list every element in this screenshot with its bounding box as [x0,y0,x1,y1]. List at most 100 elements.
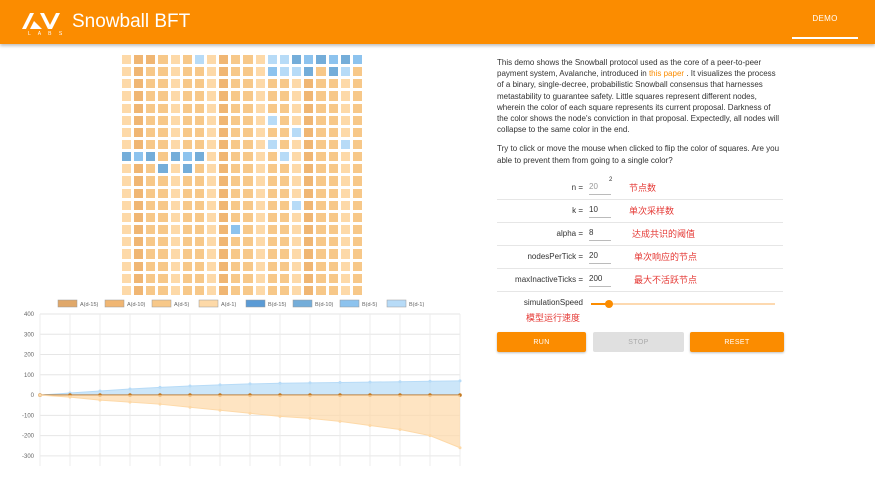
node-square[interactable] [219,55,229,65]
node-square[interactable] [279,140,290,150]
node-square[interactable] [182,225,192,235]
node-square[interactable] [194,273,205,283]
node-square[interactable] [182,261,192,271]
node-square[interactable] [182,237,192,247]
node-square[interactable] [340,237,350,247]
node-square[interactable] [146,261,156,271]
node-square[interactable] [122,212,132,223]
node-square[interactable] [182,115,192,125]
node-square[interactable] [134,285,144,295]
node-square[interactable] [267,225,277,235]
node-square[interactable] [352,273,362,283]
node-square[interactable] [231,164,241,174]
node-square[interactable] [340,140,350,150]
node-square[interactable] [328,225,338,235]
node-square[interactable] [316,115,326,125]
node-square[interactable] [158,67,168,77]
node-square[interactable] [279,67,290,77]
node-square[interactable] [146,164,156,174]
node-square[interactable] [304,127,314,138]
node-square[interactable] [158,212,168,223]
node-square[interactable] [207,91,217,101]
node-square[interactable] [292,67,302,77]
node-square[interactable] [146,249,156,259]
node-square[interactable] [231,249,241,259]
node-square[interactable] [328,152,338,162]
node-square[interactable] [170,115,180,125]
node-square[interactable] [328,176,338,186]
node-square[interactable] [328,140,338,150]
node-square[interactable] [231,176,241,186]
node-square[interactable] [304,285,314,295]
node-square[interactable] [134,127,144,138]
node-square[interactable] [340,285,350,295]
node-square[interactable] [255,225,265,235]
node-square[interactable] [340,127,350,138]
node-square[interactable] [182,249,192,259]
node-square[interactable] [219,237,229,247]
node-square[interactable] [267,200,277,210]
node-square[interactable] [328,261,338,271]
node-square[interactable] [279,237,290,247]
node-square[interactable] [182,79,192,89]
node-square[interactable] [328,212,338,223]
node-square[interactable] [158,91,168,101]
node-square[interactable] [194,55,205,65]
node-square[interactable] [231,103,241,113]
node-square[interactable] [267,188,277,198]
node-square[interactable] [219,79,229,89]
node-square[interactable] [255,91,265,101]
node-square[interactable] [279,200,290,210]
node-square[interactable] [231,115,241,125]
node-square[interactable] [316,249,326,259]
node-square[interactable] [207,285,217,295]
node-square[interactable] [292,225,302,235]
node-square[interactable] [231,79,241,89]
node-square[interactable] [279,249,290,259]
node-square[interactable] [122,103,132,113]
node-square[interactable] [316,200,326,210]
node-square[interactable] [194,237,205,247]
node-square[interactable] [182,55,192,65]
node-square[interactable] [340,225,350,235]
node-square[interactable] [352,200,362,210]
node-square[interactable] [243,273,253,283]
node-square[interactable] [170,285,180,295]
node-square[interactable] [219,249,229,259]
node-square[interactable] [255,127,265,138]
node-square[interactable] [122,261,132,271]
node-square[interactable] [158,127,168,138]
node-square[interactable] [146,91,156,101]
node-square[interactable] [158,285,168,295]
node-square[interactable] [292,212,302,223]
node-square[interactable] [340,273,350,283]
node-square[interactable] [134,152,144,162]
node-square[interactable] [158,152,168,162]
node-square[interactable] [182,285,192,295]
node-square[interactable] [340,55,350,65]
node-square[interactable] [267,127,277,138]
node-square[interactable] [194,127,205,138]
node-square[interactable] [182,188,192,198]
node-square[interactable] [328,285,338,295]
node-square[interactable] [134,200,144,210]
node-square[interactable] [170,79,180,89]
node-square[interactable] [207,164,217,174]
node-square[interactable] [352,261,362,271]
node-square[interactable] [146,188,156,198]
node-square[interactable] [231,261,241,271]
node-square[interactable] [231,285,241,295]
node-square[interactable] [292,152,302,162]
node-square[interactable] [352,103,362,113]
node-square[interactable] [134,212,144,223]
node-square[interactable] [182,67,192,77]
node-square[interactable] [255,273,265,283]
node-square[interactable] [182,176,192,186]
node-square[interactable] [328,91,338,101]
node-square[interactable] [207,176,217,186]
node-square[interactable] [267,176,277,186]
node-square[interactable] [304,200,314,210]
node-square[interactable] [243,249,253,259]
node-square[interactable] [231,127,241,138]
node-square[interactable] [194,115,205,125]
